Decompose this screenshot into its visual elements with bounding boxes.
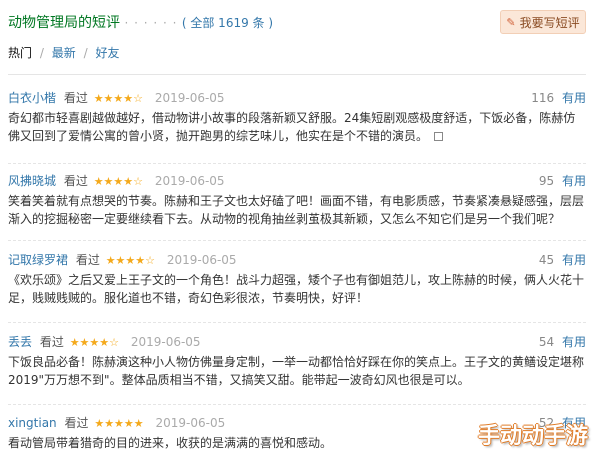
review-divider [8,404,586,405]
star-rating-icon: ★★★★☆ [69,336,119,349]
review-user[interactable]: 记取绿罗裙 [8,253,68,267]
tab-separator: / [83,46,88,60]
review-text: 奇幻都市轻喜剧越做越好，借动物讲小故事的段落新颖又舒服。24集短剧观感极度舒适，… [8,109,586,145]
review-status: 看过 [63,174,88,188]
review-user[interactable]: xingtian [8,416,57,430]
pencil-icon: ✎ [506,15,516,29]
review-item: 记取绿罗裙 看过 ★★★★☆ 2019-06-05 45 有用 《欢乐颂》之后又… [8,251,586,307]
vote-count: 45 [538,253,555,267]
expand-icon[interactable] [434,132,444,141]
review-meta: 记取绿罗裙 看过 ★★★★☆ 2019-06-05 45 有用 [8,251,586,267]
review-text-body: 奇幻都市轻喜剧越做越好，借动物讲小故事的段落新颖又舒服。24集短剧观感极度舒适，… [8,111,576,143]
vote-count: 95 [538,174,555,188]
header-divider [8,74,586,75]
review-date: 2019-06-05 [130,335,201,349]
useful-button[interactable]: 有用 [562,253,586,267]
review-votes: 95 有用 [539,172,586,189]
review-text: 《欢乐颂》之后又爱上王子文的一个角色！战斗力超强，矮个子也有御姐范儿，攻上陈赫的… [8,273,585,305]
review-status: 看过 [75,253,100,267]
review-divider [8,322,586,323]
review-status: 看过 [64,416,89,430]
useful-button[interactable]: 有用 [562,174,586,188]
useful-button[interactable]: 有用 [562,91,586,105]
review-votes: 116 有用 [531,89,586,106]
review-meta: 白衣小楷 看过 ★★★★☆ 2019-06-05 116 有用 [8,89,586,105]
tab-hot[interactable]: 热门 [8,46,32,60]
review-date: 2019-06-05 [155,416,226,430]
review-meta: 丢丢 看过 ★★★★☆ 2019-06-05 54 有用 [8,333,586,349]
page-title: 动物管理局的短评 · · · · · · ( 全部 1619 条 ) [8,12,273,32]
review-status: 看过 [63,91,88,105]
sort-tabs: 热门 / 最新 / 好友 [8,44,119,61]
review-item: 风拂晓城 看过 ★★★★☆ 2019-06-05 95 有用 笑着笑着就有点想哭… [8,172,586,228]
review-status: 看过 [39,335,64,349]
all-reviews-link[interactable]: ( 全部 1619 条 ) [182,16,273,30]
header: 动物管理局的短评 · · · · · · ( 全部 1619 条 ) ✎ 我要写… [8,10,586,34]
star-rating-icon: ★★★★☆ [93,92,143,105]
review-date: 2019-06-05 [166,253,237,267]
review-votes: 45 有用 [539,251,586,268]
tab-separator: / [39,46,44,60]
vote-count: 116 [531,91,555,105]
review-item: 白衣小楷 看过 ★★★★☆ 2019-06-05 116 有用 奇幻都市轻喜剧越… [8,89,586,145]
review-divider [8,240,586,241]
review-item: 丢丢 看过 ★★★★☆ 2019-06-05 54 有用 下饭良品必备！陈赫演这… [8,333,586,389]
star-rating-icon: ★★★★★ [94,417,144,430]
review-user[interactable]: 风拂晓城 [8,174,56,188]
title-dots: · · · · · · [124,16,178,30]
star-rating-icon: ★★★★☆ [93,175,143,188]
review-divider [8,163,586,164]
tab-latest[interactable]: 最新 [52,46,76,60]
useful-button[interactable]: 有用 [562,335,586,349]
review-date: 2019-06-05 [154,174,225,188]
title-text: 动物管理局的短评 [8,15,120,31]
review-date: 2019-06-05 [154,91,225,105]
review-user[interactable]: 白衣小楷 [8,91,56,105]
review-text: 笑着笑着就有点想哭的节奏。陈赫和王子文也太好磕了吧！画面不错，有电影质感，节奏紧… [8,194,585,226]
review-text: 下饭良品必备！陈赫演这种小人物仿佛量身定制，一举一动都恰恰好踩在你的笑点上。王子… [8,355,585,387]
write-review-label: 我要写短评 [519,15,580,30]
tab-friends[interactable]: 好友 [95,46,119,60]
star-rating-icon: ★★★★☆ [105,254,155,267]
watermark-logo: 手动动手游 [477,424,588,449]
review-meta: 风拂晓城 看过 ★★★★☆ 2019-06-05 95 有用 [8,172,586,188]
vote-count: 54 [538,335,555,349]
review-votes: 54 有用 [539,333,586,350]
write-review-button[interactable]: ✎ 我要写短评 [500,10,586,34]
review-user[interactable]: 丢丢 [8,335,32,349]
